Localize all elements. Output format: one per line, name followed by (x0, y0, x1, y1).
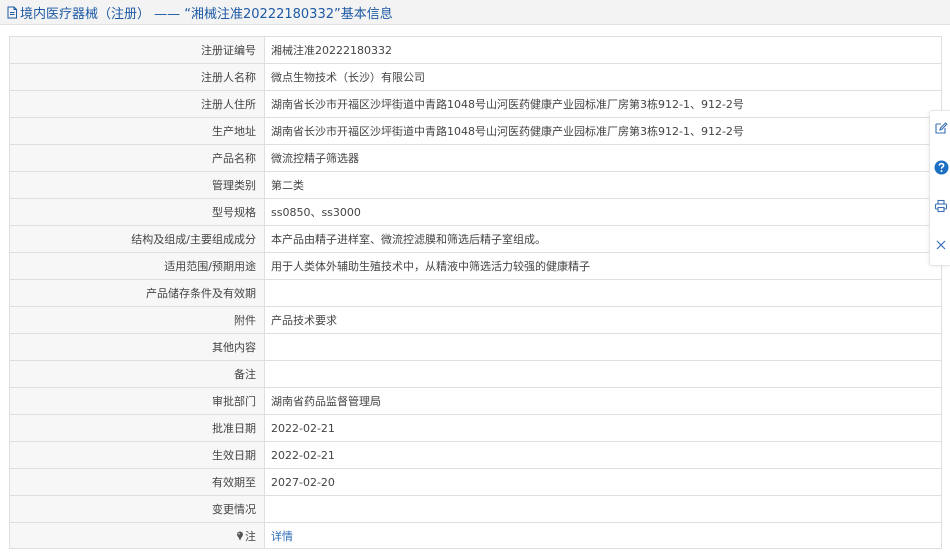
row-label: 生效日期 (9, 441, 265, 469)
row-value: 用于人类体外辅助生殖技术中，从精液中筛选活力较强的健康精子 (264, 252, 942, 280)
details-link[interactable]: 详情 (271, 530, 293, 543)
row-value: 2022-02-21 (264, 414, 942, 442)
row-value: 湘械注准20222180332 (264, 36, 942, 64)
row-value: 本产品由精子进样室、微流控滤膜和筛选后精子室组成。 (264, 225, 942, 253)
row-label: 产品储存条件及有效期 (9, 279, 265, 307)
row-label: 结构及组成/主要组成成分 (9, 225, 265, 253)
row-label: 注册证编号 (9, 36, 265, 64)
table-row: 批准日期 2022-02-21 (9, 414, 942, 442)
table-row: 产品名称 微流控精子筛选器 (9, 144, 942, 172)
document-icon (6, 6, 18, 19)
row-label: 有效期至 (9, 468, 265, 496)
row-label: 注册人住所 (9, 90, 265, 118)
row-label: 附件 (9, 306, 265, 334)
info-table: 注册证编号 湘械注准20222180332 注册人名称 微点生物技术（长沙）有限… (9, 36, 942, 549)
row-value: ss0850、ss3000 (264, 198, 942, 226)
edit-icon[interactable] (933, 120, 949, 136)
table-row: 审批部门 湖南省药品监督管理局 (9, 387, 942, 415)
row-value: 湖南省长沙市开福区沙坪街道中青路1048号山河医药健康产业园标准厂房第3栋912… (264, 117, 942, 145)
row-label: 批准日期 (9, 414, 265, 442)
row-value: 产品技术要求 (264, 306, 942, 334)
table-row: 产品储存条件及有效期 (9, 279, 942, 307)
table-row: 其他内容 (9, 333, 942, 361)
note-label: 注 (245, 529, 256, 543)
table-row: 备注 (9, 360, 942, 388)
table-row: 生产地址 湖南省长沙市开福区沙坪街道中青路1048号山河医药健康产业园标准厂房第… (9, 117, 942, 145)
row-value: 2027-02-20 (264, 468, 942, 496)
row-label: 变更情况 (9, 495, 265, 523)
page-title: 境内医疗器械（注册） —— “湘械注准20222180332”基本信息 (20, 6, 393, 22)
row-value (264, 360, 942, 388)
table-row: 变更情况 (9, 495, 942, 523)
table-row: 适用范围/预期用途 用于人类体外辅助生殖技术中，从精液中筛选活力较强的健康精子 (9, 252, 942, 280)
row-label: 备注 (9, 360, 265, 388)
row-value (264, 279, 942, 307)
row-value: 微流控精子筛选器 (264, 144, 942, 172)
close-icon[interactable] (933, 237, 949, 253)
row-value: 湖南省药品监督管理局 (264, 387, 942, 415)
row-label: 型号规格 (9, 198, 265, 226)
note-row: 注 详情 (9, 522, 942, 549)
table-row: 管理类别 第二类 (9, 171, 942, 199)
row-label: 审批部门 (9, 387, 265, 415)
page-header: 境内医疗器械（注册） —— “湘械注准20222180332”基本信息 (0, 0, 950, 25)
table-row: 结构及组成/主要组成成分 本产品由精子进样室、微流控滤膜和筛选后精子室组成。 (9, 225, 942, 253)
table-row: 有效期至 2027-02-20 (9, 468, 942, 496)
row-value: 第二类 (264, 171, 942, 199)
table-row: 注册证编号 湘械注准20222180332 (9, 36, 942, 64)
table-row: 生效日期 2022-02-21 (9, 441, 942, 469)
row-label: 注册人名称 (9, 63, 265, 91)
table-row: 附件 产品技术要求 (9, 306, 942, 334)
row-value (264, 333, 942, 361)
row-label: 管理类别 (9, 171, 265, 199)
note-label-cell: 注 (9, 522, 265, 549)
table-row: 注册人住所 湖南省长沙市开福区沙坪街道中青路1048号山河医药健康产业园标准厂房… (9, 90, 942, 118)
row-value: 2022-02-21 (264, 441, 942, 469)
help-icon[interactable] (933, 159, 949, 175)
table-row: 注册人名称 微点生物技术（长沙）有限公司 (9, 63, 942, 91)
print-icon[interactable] (933, 198, 949, 214)
row-value (264, 495, 942, 523)
table-row: 型号规格 ss0850、ss3000 (9, 198, 942, 226)
row-label: 生产地址 (9, 117, 265, 145)
pin-icon (236, 531, 244, 541)
row-label: 产品名称 (9, 144, 265, 172)
row-value: 湖南省长沙市开福区沙坪街道中青路1048号山河医药健康产业园标准厂房第3栋912… (264, 90, 942, 118)
row-label: 其他内容 (9, 333, 265, 361)
side-toolbar (929, 110, 950, 266)
row-value: 微点生物技术（长沙）有限公司 (264, 63, 942, 91)
row-label: 适用范围/预期用途 (9, 252, 265, 280)
note-value: 详情 (264, 522, 942, 549)
